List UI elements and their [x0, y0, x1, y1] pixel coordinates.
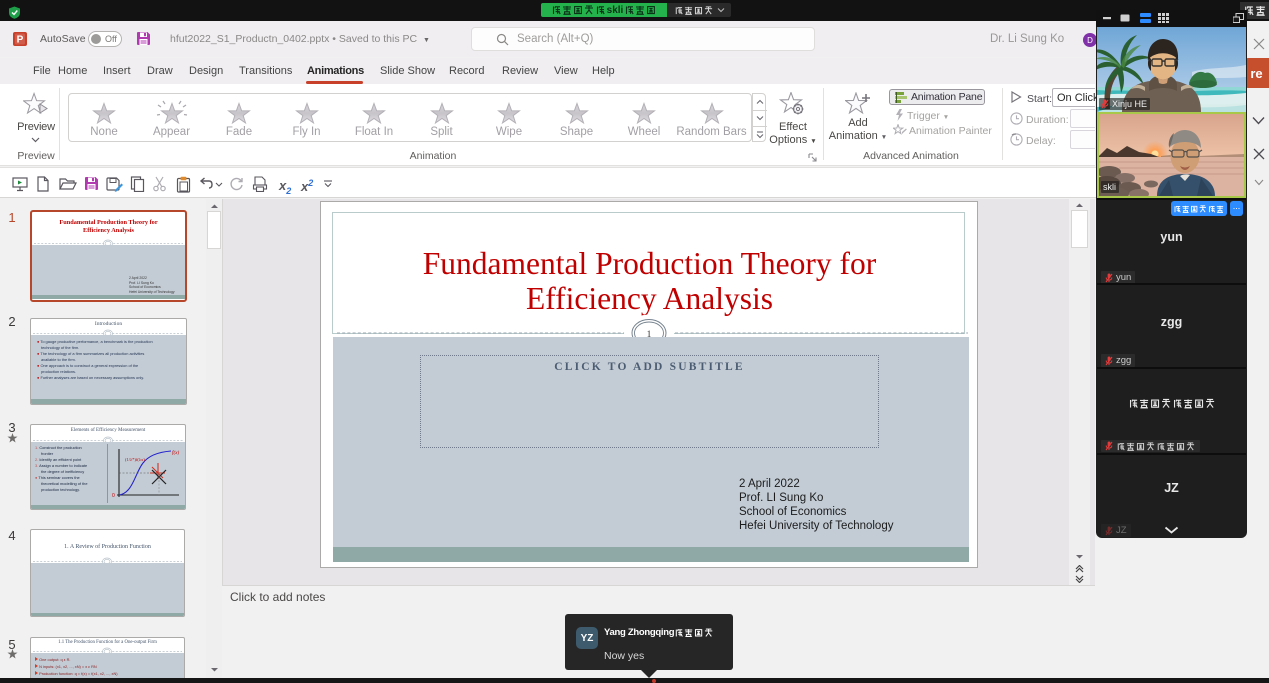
svg-text:P: P — [17, 35, 24, 46]
svg-text:(1/λ*)f(λx): (1/λ*)f(λx) — [125, 457, 145, 462]
svg-text:f(x): f(x) — [172, 449, 179, 456]
svg-text:0: 0 — [112, 493, 115, 499]
